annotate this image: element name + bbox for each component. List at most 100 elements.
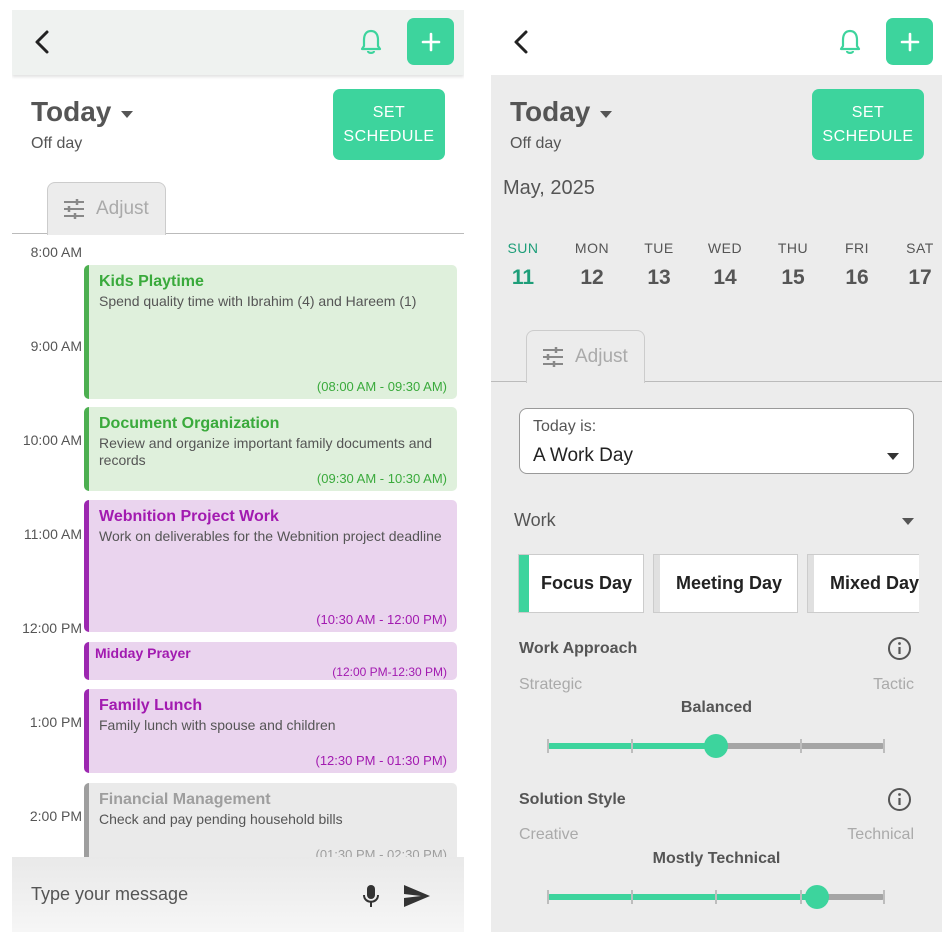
schedule-day-view: Today Off day SET SCHEDULE Adjust 8:00 A…: [12, 10, 464, 932]
slider-tick: [547, 739, 549, 753]
message-bar: Type your message: [12, 857, 464, 932]
week-strip: SUN 11 MON 12 TUE 13 WED 14 THU 15 FRI 16 SAT 1…: [491, 240, 942, 300]
slider-tick: [883, 739, 885, 753]
slider-tick: [631, 739, 633, 753]
chevron-down-icon: [121, 110, 134, 118]
event-title: Document Organization: [99, 415, 280, 432]
slider-tick: [547, 890, 549, 904]
slider-tick: [800, 890, 802, 904]
day-name: FRI: [844, 240, 870, 256]
event-description: Spend quality time with Ibrahim (4) and …: [99, 293, 417, 309]
event-description: Review and organize important family doc…: [99, 435, 433, 468]
dropdown-arrow-icon: [887, 453, 899, 460]
month-label: May, 2025: [503, 177, 595, 199]
app-bar: [12, 10, 464, 75]
day-sun[interactable]: SUN 11: [498, 240, 548, 290]
event-time: (09:30 AM - 10:30 AM): [316, 471, 447, 486]
bell-icon[interactable]: [839, 29, 861, 55]
tab-adjust[interactable]: Adjust: [47, 182, 166, 235]
work-approach-left-label: Strategic: [519, 676, 583, 693]
microphone-icon[interactable]: [362, 884, 380, 908]
time-label: 12:00 PM: [22, 620, 82, 636]
event-card[interactable]: Midday Prayer (12:00 PM-12:30 PM): [84, 642, 457, 680]
day-type-label: Today is:: [533, 418, 597, 435]
day-name: SAT: [906, 240, 934, 256]
day-selector[interactable]: Today: [31, 96, 134, 128]
day-name: MON: [574, 240, 610, 256]
work-approach-slider[interactable]: [547, 734, 885, 758]
day-number: 16: [845, 266, 869, 289]
tab-adjust-label: Adjust: [96, 198, 149, 219]
set-schedule-button[interactable]: SET SCHEDULE: [333, 89, 445, 160]
add-button[interactable]: [407, 18, 454, 65]
event-card[interactable]: Webnition Project Work Work on deliverab…: [84, 500, 457, 632]
event-card[interactable]: Kids Playtime Spend quality time with Ib…: [84, 265, 457, 399]
event-time: (12:30 PM - 01:30 PM): [315, 753, 448, 768]
day-mon[interactable]: MON 12: [567, 240, 617, 290]
day-wed[interactable]: WED 14: [700, 240, 750, 290]
slider-fill: [547, 894, 818, 900]
day-sat[interactable]: SAT 17: [895, 240, 942, 290]
day-selector[interactable]: Today: [510, 96, 613, 128]
solution-style-right-label: Technical: [847, 826, 914, 843]
event-description: Family lunch with spouse and children: [99, 717, 336, 733]
page-title: Today: [31, 96, 112, 127]
sliders-icon: [64, 199, 84, 219]
mixed-day-button[interactable]: Mixed Day: [807, 554, 919, 613]
day-tue[interactable]: TUE 13: [634, 240, 684, 290]
day-type-select[interactable]: Today is: A Work Day: [519, 408, 914, 474]
work-category-value: Work: [514, 510, 556, 530]
add-button[interactable]: [886, 18, 933, 65]
meeting-day-button[interactable]: Meeting Day: [653, 554, 798, 613]
slider-tick: [715, 890, 717, 904]
back-arrow-icon[interactable]: [509, 28, 535, 56]
event-card[interactable]: Financial Management Check and pay pendi…: [84, 783, 457, 858]
slider-thumb[interactable]: [704, 734, 728, 758]
day-name: WED: [707, 240, 743, 256]
event-time: (12:00 PM-12:30 PM): [332, 665, 447, 679]
schedule-timeline[interactable]: 8:00 AM 9:00 AM 10:00 AM 11:00 AM 12:00 …: [12, 242, 464, 858]
day-status: Off day: [510, 135, 562, 152]
back-arrow-icon[interactable]: [30, 28, 56, 56]
message-input[interactable]: Type your message: [31, 884, 188, 905]
day-number: 14: [713, 266, 737, 289]
time-label: 8:00 AM: [30, 244, 82, 260]
day-number: 11: [511, 266, 535, 289]
day-fri[interactable]: FRI 16: [832, 240, 882, 290]
sliders-icon: [543, 347, 563, 367]
work-approach-right-label: Tactic: [873, 676, 914, 693]
plus-icon: [900, 32, 919, 51]
time-label: 11:00 AM: [23, 526, 82, 542]
solution-style-slider[interactable]: [547, 885, 885, 909]
event-description: Check and pay pending household bills: [99, 811, 343, 827]
set-schedule-button[interactable]: SET SCHEDULE: [812, 89, 924, 160]
day-name: TUE: [644, 240, 674, 256]
info-icon[interactable]: [887, 787, 912, 812]
slider-tick: [631, 890, 633, 904]
page-title: Today: [510, 96, 591, 127]
day-type-options: Focus Day Meeting Day Mixed Day: [518, 554, 919, 614]
app-bar: [491, 10, 942, 75]
solution-style-value: Mostly Technical: [652, 850, 781, 867]
event-card[interactable]: Document Organization Review and organiz…: [84, 407, 457, 491]
solution-style-title: Solution Style: [519, 791, 626, 808]
schedule-adjust-view: Today Off day SET SCHEDULE May, 2025 SUN…: [491, 10, 942, 932]
day-type-value: A Work Day: [533, 445, 633, 466]
day-name: THU: [777, 240, 809, 256]
work-approach-value: Balanced: [680, 699, 753, 716]
solution-style-left-label: Creative: [519, 826, 579, 843]
tab-adjust[interactable]: Adjust: [526, 330, 645, 383]
slider-tick: [883, 890, 885, 904]
event-card[interactable]: Family Lunch Family lunch with spouse an…: [84, 689, 457, 773]
focus-day-button[interactable]: Focus Day: [518, 554, 644, 613]
time-label: 9:00 AM: [30, 338, 82, 354]
bell-icon[interactable]: [360, 29, 382, 55]
slider-thumb[interactable]: [805, 885, 830, 909]
dropdown-arrow-icon: [902, 518, 914, 525]
work-category-select[interactable]: Work: [514, 510, 914, 534]
event-title: Kids Playtime: [99, 273, 204, 290]
info-icon[interactable]: [887, 636, 912, 661]
time-label: 1:00 PM: [29, 714, 82, 730]
send-icon[interactable]: [403, 884, 431, 908]
day-thu[interactable]: THU 15: [768, 240, 818, 290]
